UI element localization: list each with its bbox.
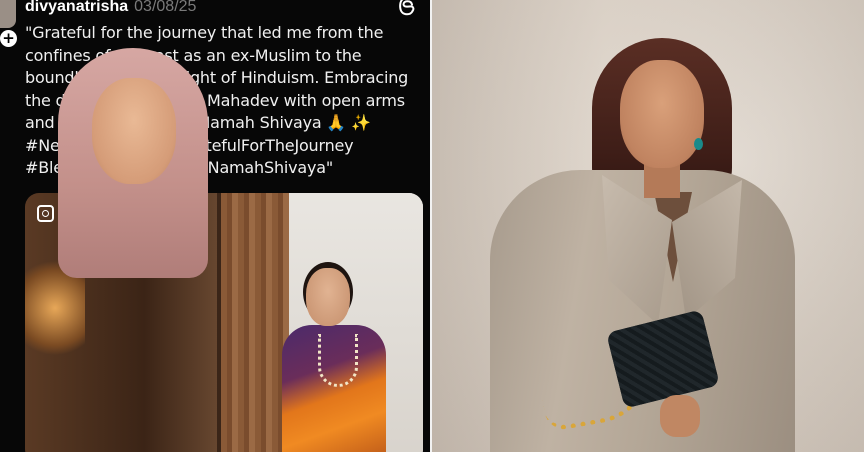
post-line: "Grateful for the journey that led me fr…	[25, 23, 384, 42]
instagram-icon	[37, 205, 54, 222]
hand	[660, 395, 700, 437]
user-avatar[interactable]	[0, 0, 16, 28]
post-header: divyanatrisha 03/08/25	[25, 0, 196, 17]
face	[306, 268, 350, 326]
plus-icon[interactable]: +	[0, 30, 17, 47]
face	[92, 78, 176, 184]
threads-post-screenshot: + divyanatrisha 03/08/25 "Grateful for th…	[0, 0, 432, 452]
earring	[694, 138, 703, 150]
post-date: 03/08/25	[134, 0, 197, 15]
wooden-door	[221, 193, 289, 452]
fashion-photo	[432, 0, 864, 452]
threads-icon	[399, 0, 415, 16]
post-line: confines of my past as an ex-Muslim to t…	[25, 45, 362, 65]
face	[620, 60, 704, 168]
necklace	[318, 334, 358, 387]
username[interactable]: divyanatrisha	[25, 0, 128, 15]
composite-image: + divyanatrisha 03/08/25 "Grateful for th…	[0, 0, 864, 452]
